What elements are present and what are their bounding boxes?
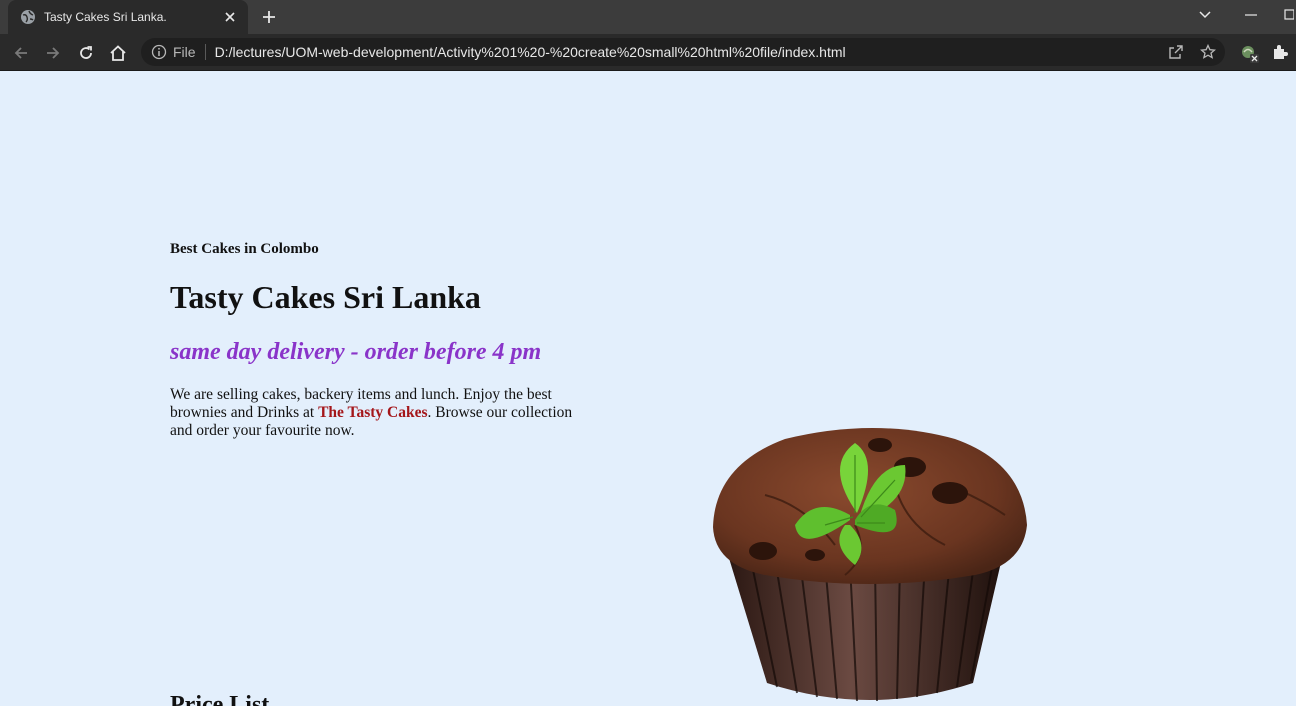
forward-arrow-icon: [47, 47, 60, 59]
info-icon[interactable]: [151, 44, 167, 60]
tab-strip: Tasty Cakes Sri Lanka.: [0, 0, 1296, 34]
minimize-button[interactable]: [1236, 4, 1266, 26]
home-icon: [110, 45, 126, 61]
tab-search-button[interactable]: [1190, 4, 1220, 26]
chevron-down-icon: [1199, 11, 1211, 19]
intro-paragraph: We are selling cakes, backery items and …: [170, 386, 580, 440]
address-bar[interactable]: File D:/lectures/UOM-web-development/Act…: [141, 38, 1225, 66]
minimize-icon: [1245, 14, 1257, 16]
page-content: Best Cakes in Colombo Tasty Cakes Sri La…: [0, 71, 1296, 706]
back-button[interactable]: [8, 40, 34, 66]
new-tab-button[interactable]: [258, 6, 280, 28]
url-text[interactable]: D:/lectures/UOM-web-development/Activity…: [215, 44, 846, 60]
browser-toolbar: File D:/lectures/UOM-web-development/Act…: [0, 34, 1296, 71]
globe-icon: [20, 9, 36, 25]
tab-title: Tasty Cakes Sri Lanka.: [44, 10, 167, 24]
delivery-tagline: same day delivery - order before 4 pm: [170, 339, 542, 365]
reload-icon: [80, 46, 92, 59]
address-divider: [204, 44, 206, 60]
home-button[interactable]: [105, 40, 131, 66]
share-icon[interactable]: [1168, 44, 1184, 60]
reload-button[interactable]: [73, 40, 99, 66]
scheme-label: File: [173, 44, 196, 60]
plus-icon: [263, 11, 275, 23]
kicker-heading: Best Cakes in Colombo: [170, 241, 319, 257]
extension-badge-icon[interactable]: [1239, 43, 1259, 63]
brand-name: The Tasty Cakes: [318, 404, 428, 421]
browser-tab[interactable]: Tasty Cakes Sri Lanka.: [8, 0, 248, 34]
maximize-icon: [1284, 9, 1294, 20]
maximize-button[interactable]: [1280, 4, 1296, 26]
price-list-heading: Price List: [170, 692, 270, 706]
cupcake-image: [713, 428, 1027, 702]
close-icon[interactable]: [222, 9, 238, 25]
forward-button[interactable]: [40, 40, 66, 66]
puzzle-icon[interactable]: [1271, 43, 1291, 63]
page-title: Tasty Cakes Sri Lanka: [170, 279, 481, 315]
back-arrow-icon: [14, 47, 27, 59]
star-icon[interactable]: [1200, 44, 1216, 60]
